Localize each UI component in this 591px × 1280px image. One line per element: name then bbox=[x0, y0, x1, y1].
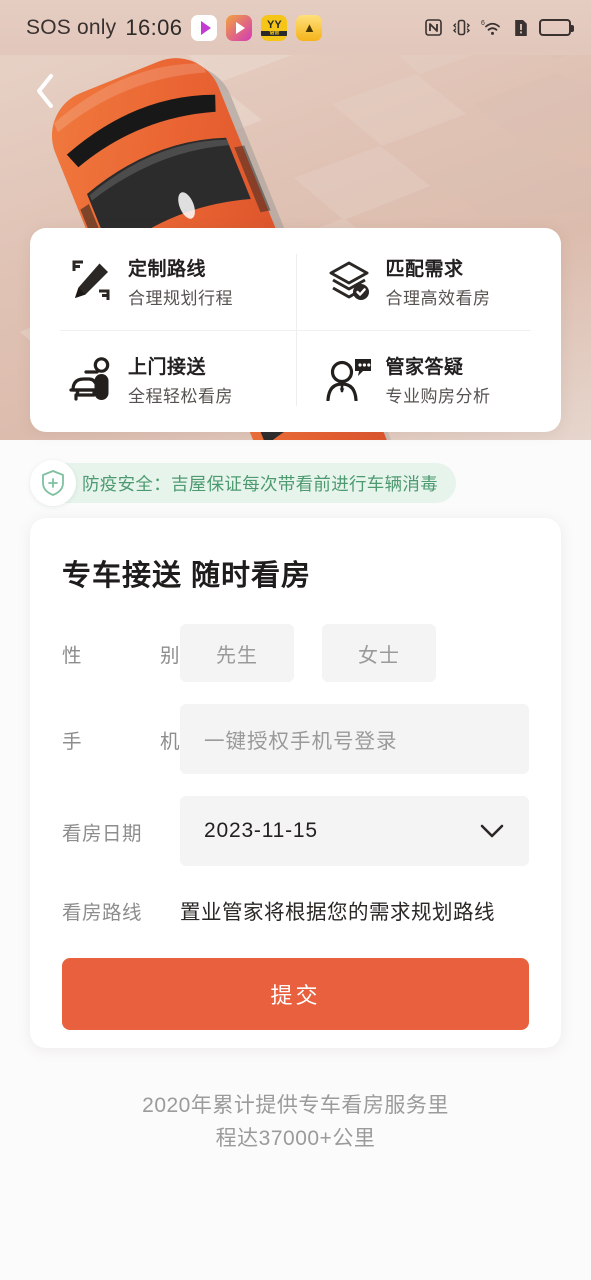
safety-notice-text: 防疫安全：吉屋保证每次带看前进行车辆消毒 bbox=[30, 463, 456, 503]
gender-option-male[interactable]: 先生 bbox=[180, 624, 294, 682]
status-bar-left: SOS only 16:06 YY 语音 ▲ bbox=[26, 14, 323, 41]
feature-title: 匹配需求 bbox=[385, 258, 464, 280]
wifi-6-icon: 6 bbox=[481, 18, 503, 37]
battery-icon bbox=[539, 19, 574, 36]
booking-form-card: 专车接送 随时看房 性 别 先生 女士 手 机 一键授权手机号登录 看房日期 2… bbox=[30, 518, 561, 1048]
footer-line-2: 程达37000+公里 bbox=[215, 1126, 376, 1150]
route-pencil-icon bbox=[68, 258, 114, 304]
car-person-icon bbox=[68, 356, 114, 402]
app-screen: 定制路线 合理规划行程 匹配需求 合理高效看房 上门接送 全程轻松看房 管家答疑… bbox=[0, 0, 591, 1280]
gender-label-char-a: 性 bbox=[62, 644, 83, 667]
page-body: 定制路线 合理规划行程 匹配需求 合理高效看房 上门接送 全程轻松看房 管家答疑… bbox=[0, 0, 591, 1280]
layers-check-icon bbox=[326, 258, 372, 304]
clock-label: 16:06 bbox=[125, 14, 183, 40]
footer-line-1: 2020年累计提供专车看房服务里 bbox=[142, 1094, 449, 1117]
visit-date-value: 2023-11-15 bbox=[204, 819, 318, 842]
feature-title: 上门接送 bbox=[128, 356, 207, 378]
bell-app-icon: ▲ bbox=[296, 14, 323, 41]
feature-item-match-demand[interactable]: 匹配需求 合理高效看房 bbox=[296, 232, 562, 330]
carrier-label: SOS only bbox=[26, 15, 117, 39]
yy-app-icon: YY 语音 bbox=[261, 14, 288, 41]
visit-date-select[interactable]: 2023-11-15 bbox=[180, 796, 529, 866]
phone-label: 手 机 bbox=[62, 725, 180, 754]
footer-stats: 2020年累计提供专车看房服务里 程达37000+公里 bbox=[0, 1090, 591, 1155]
route-label: 看房路线 bbox=[62, 901, 143, 924]
phone-label-char-b: 机 bbox=[159, 730, 180, 753]
shield-plus-icon bbox=[30, 460, 76, 506]
route-value: 置业管家将根据您的需求规划路线 bbox=[180, 901, 495, 924]
gender-row: 性 别 先生 女士 bbox=[62, 624, 529, 682]
submit-button[interactable]: 提交 bbox=[62, 958, 529, 1030]
route-row: 看房路线 置业管家将根据您的需求规划路线 bbox=[62, 888, 529, 932]
feature-subtitle: 合理高效看房 bbox=[385, 288, 491, 308]
nfc-icon bbox=[425, 19, 442, 36]
sim-alert-icon bbox=[514, 19, 528, 37]
phone-label-char-a: 手 bbox=[62, 730, 83, 753]
feature-title: 定制路线 bbox=[128, 258, 207, 280]
chevron-down-icon bbox=[480, 824, 504, 838]
form-title: 专车接送 随时看房 bbox=[62, 560, 312, 592]
feature-subtitle: 专业购房分析 bbox=[385, 386, 491, 406]
feature-item-custom-route[interactable]: 定制路线 合理规划行程 bbox=[30, 232, 296, 330]
phone-input[interactable]: 一键授权手机号登录 bbox=[180, 704, 529, 774]
gender-option-female[interactable]: 女士 bbox=[322, 624, 436, 682]
video-play-icon bbox=[191, 14, 218, 41]
feature-title: 管家答疑 bbox=[385, 356, 464, 378]
feature-item-door-pickup[interactable]: 上门接送 全程轻松看房 bbox=[30, 330, 296, 428]
feature-subtitle: 合理规划行程 bbox=[128, 288, 233, 308]
status-bar-right: 6 bbox=[425, 18, 574, 37]
date-label: 看房日期 bbox=[62, 822, 143, 845]
phone-row: 手 机 一键授权手机号登录 bbox=[62, 704, 529, 774]
vibrate-icon bbox=[453, 18, 470, 37]
gender-label-char-b: 别 bbox=[159, 644, 180, 667]
feature-item-consultant-qa[interactable]: 管家答疑 专业购房分析 bbox=[296, 330, 562, 428]
video-play-icon bbox=[226, 14, 253, 41]
status-bar: SOS only 16:06 YY 语音 ▲ 6 bbox=[0, 0, 591, 55]
features-card: 定制路线 合理规划行程 匹配需求 合理高效看房 上门接送 全程轻松看房 管家答疑… bbox=[30, 228, 561, 432]
safety-notice: 防疫安全：吉屋保证每次带看前进行车辆消毒 bbox=[30, 460, 456, 506]
date-row: 看房日期 2023-11-15 bbox=[62, 796, 529, 866]
svg-text:6: 6 bbox=[481, 20, 485, 27]
feature-subtitle: 全程轻松看房 bbox=[128, 386, 233, 406]
gender-label: 性 别 bbox=[62, 639, 180, 668]
person-chat-icon bbox=[325, 356, 372, 402]
